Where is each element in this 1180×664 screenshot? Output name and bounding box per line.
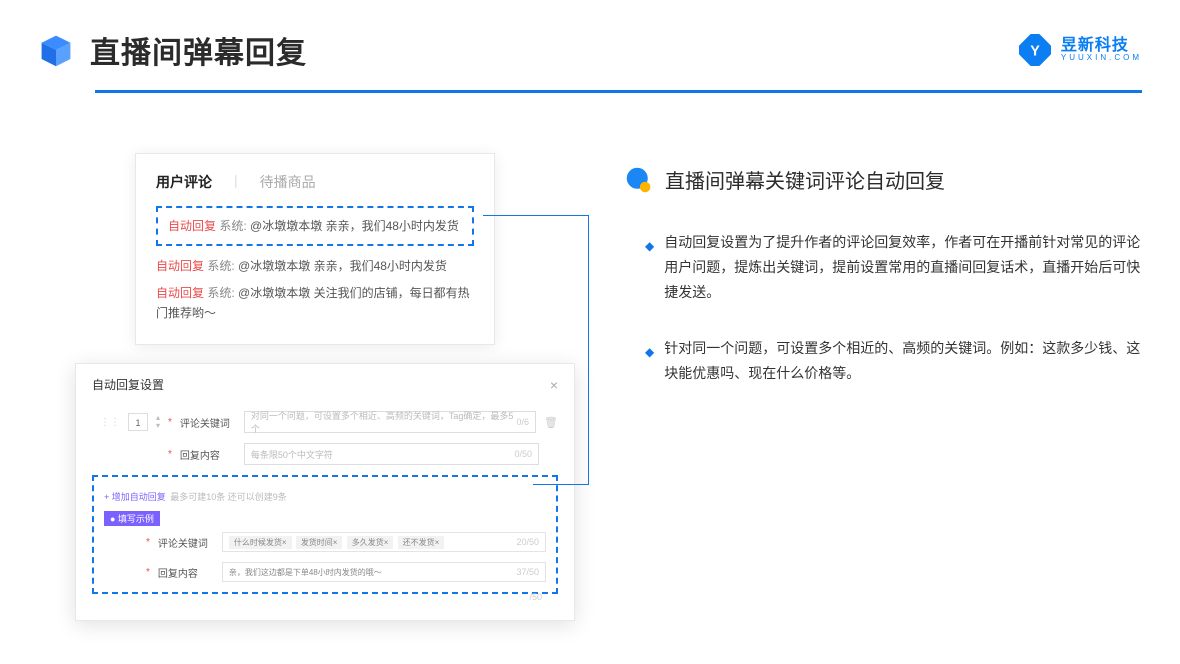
comments-card: 用户评论 | 待播商品 自动回复 系统: @冰墩墩本墩 亲亲，我们48小时内发货… bbox=[135, 153, 495, 345]
auto-reply-tag: 自动回复 bbox=[168, 219, 216, 233]
ex-reply-label: 回复内容 bbox=[158, 565, 214, 580]
brand-icon: Y bbox=[1019, 34, 1051, 66]
tag-chip[interactable]: 还不发货× bbox=[398, 536, 445, 549]
reply-placeholder: 每条限50个中文字符 bbox=[251, 448, 333, 461]
comment-text-2: @冰墩墩本墩 亲亲，我们48小时内发货 bbox=[238, 259, 447, 273]
comment-line-2: 自动回复 系统: @冰墩墩本墩 亲亲，我们48小时内发货 bbox=[156, 256, 474, 276]
comment-text-3: @冰墩墩本墩 关注我们的店铺，每日都有热门推荐哟～ bbox=[156, 286, 470, 320]
sys-label: 系统: bbox=[207, 259, 234, 273]
comment-line-3: 自动回复 系统: @冰墩墩本墩 关注我们的店铺，每日都有热门推荐哟～ bbox=[156, 283, 474, 324]
settings-title: 自动回复设置 bbox=[92, 376, 164, 393]
ex-kw-counter: 20/50 bbox=[516, 537, 539, 547]
bullet-text-2: 针对同一个问题，可设置多个相近的、高频的关键词。例如：这款多少钱、这块能优惠吗、… bbox=[664, 336, 1142, 386]
comment-text-1: @冰墩墩本墩 亲亲，我们48小时内发货 bbox=[250, 219, 459, 233]
drag-icon[interactable]: ⋮⋮ bbox=[100, 417, 120, 428]
page-header: 直播间弹幕回复 Y 昱新科技 YUUXIN.COM bbox=[0, 0, 1180, 72]
example-badge: ● 填写示例 bbox=[104, 511, 160, 526]
close-icon[interactable]: × bbox=[550, 377, 558, 393]
example-reply-row: * 回复内容 亲，我们这边都是下单48小时内发货的哦～ 37/50 bbox=[104, 562, 546, 582]
tab-pending-goods[interactable]: 待播商品 bbox=[260, 172, 316, 192]
reply-row: * 回复内容 每条限50个中文字符 0/50 bbox=[92, 443, 558, 465]
ex-keyword-input[interactable]: 什么时候发货× 发货时间× 多久发货× 还不发货× 20/50 bbox=[222, 532, 546, 552]
add-auto-reply-link[interactable]: + 增加自动回复 bbox=[104, 492, 166, 502]
tab-divider: | bbox=[234, 172, 238, 192]
required-star: * bbox=[168, 417, 172, 428]
keyword-row: ⋮⋮ 1 ▴▾ * 评论关键词 对同一个问题，可设置多个相近、高频的关键词，Ta… bbox=[92, 411, 558, 433]
highlighted-comment: 自动回复 系统: @冰墩墩本墩 亲亲，我们48小时内发货 bbox=[156, 206, 474, 246]
sort-arrows[interactable]: ▴▾ bbox=[156, 414, 160, 430]
cube-icon bbox=[38, 32, 74, 68]
tag-chip[interactable]: 发货时间× bbox=[296, 536, 343, 549]
diamond-icon: ◆ bbox=[645, 342, 654, 386]
page-title: 直播间弹幕回复 bbox=[90, 28, 307, 72]
reply-counter: 0/50 bbox=[514, 449, 532, 459]
required-star: * bbox=[168, 449, 172, 460]
auto-reply-tag: 自动回复 bbox=[156, 286, 204, 300]
keyword-input[interactable]: 对同一个问题，可设置多个相近、高频的关键词，Tag确定，最多5个 0/6 bbox=[244, 411, 536, 433]
tabs: 用户评论 | 待播商品 bbox=[156, 172, 474, 192]
keyword-label: 评论关键词 bbox=[180, 415, 236, 430]
settings-card: 自动回复设置 × ⋮⋮ 1 ▴▾ * 评论关键词 对同一个问题，可设置多个相近、… bbox=[75, 363, 575, 621]
content: 用户评论 | 待播商品 自动回复 系统: @冰墩墩本墩 亲亲，我们48小时内发货… bbox=[0, 93, 1180, 633]
brand-text: 昱新科技 YUUXIN.COM bbox=[1061, 37, 1142, 63]
brand-name: 昱新科技 bbox=[1061, 37, 1142, 55]
sub-title: 直播间弹幕关键词评论自动回复 bbox=[665, 165, 945, 194]
add-row: + 增加自动回复 最多可建10条 还可以创建9条 bbox=[104, 487, 546, 505]
chat-bubble-icon bbox=[625, 166, 653, 194]
sys-label: 系统: bbox=[219, 219, 246, 233]
bullet-1: ◆ 自动回复设置为了提升作者的评论回复效率，作者可在开播前针对常见的评论用户问题… bbox=[625, 230, 1142, 306]
example-keyword-row: * 评论关键词 什么时候发货× 发货时间× 多久发货× 还不发货× 20/50 bbox=[104, 532, 546, 552]
ex-reply-input[interactable]: 亲，我们这边都是下单48小时内发货的哦～ 37/50 bbox=[222, 562, 546, 582]
keyword-counter: 0/6 bbox=[517, 417, 530, 427]
trailing-counter: /50 bbox=[92, 592, 558, 602]
ex-reply-counter: 37/50 bbox=[516, 567, 539, 577]
tag-chip[interactable]: 什么时候发货× bbox=[229, 536, 292, 549]
delete-icon[interactable]: 🗑 bbox=[544, 416, 558, 429]
title-wrap: 直播间弹幕回复 bbox=[38, 28, 307, 72]
keyword-placeholder: 对同一个问题，可设置多个相近、高频的关键词，Tag确定，最多5个 bbox=[251, 409, 517, 435]
required-star: * bbox=[146, 537, 150, 548]
reply-input[interactable]: 每条限50个中文字符 0/50 bbox=[244, 443, 539, 465]
right-panel: 直播间弹幕关键词评论自动回复 ◆ 自动回复设置为了提升作者的评论回复效率，作者可… bbox=[575, 153, 1142, 633]
brand: Y 昱新科技 YUUXIN.COM bbox=[1019, 34, 1142, 66]
brand-url: YUUXIN.COM bbox=[1061, 54, 1142, 63]
tag-chip[interactable]: 多久发货× bbox=[347, 536, 394, 549]
ex-reply-text: 亲，我们这边都是下单48小时内发货的哦～ bbox=[229, 567, 382, 578]
ex-keyword-label: 评论关键词 bbox=[158, 535, 214, 550]
bullet-text-1: 自动回复设置为了提升作者的评论回复效率，作者可在开播前针对常见的评论用户问题，提… bbox=[664, 230, 1142, 306]
tab-user-comments[interactable]: 用户评论 bbox=[156, 172, 212, 192]
sub-header: 直播间弹幕关键词评论自动回复 bbox=[625, 165, 1142, 194]
diamond-icon: ◆ bbox=[645, 236, 654, 306]
rule-number: 1 bbox=[128, 413, 148, 431]
settings-header: 自动回复设置 × bbox=[92, 376, 558, 393]
example-box: + 增加自动回复 最多可建10条 还可以创建9条 ● 填写示例 * 评论关键词 … bbox=[92, 475, 558, 594]
left-panel: 用户评论 | 待播商品 自动回复 系统: @冰墩墩本墩 亲亲，我们48小时内发货… bbox=[75, 153, 575, 633]
sys-label: 系统: bbox=[207, 286, 234, 300]
auto-reply-tag: 自动回复 bbox=[156, 259, 204, 273]
comment-line-1: 自动回复 系统: @冰墩墩本墩 亲亲，我们48小时内发货 bbox=[168, 216, 462, 236]
bullet-2: ◆ 针对同一个问题，可设置多个相近的、高频的关键词。例如：这款多少钱、这块能优惠… bbox=[625, 336, 1142, 386]
reply-label: 回复内容 bbox=[180, 447, 236, 462]
required-star: * bbox=[146, 567, 150, 578]
add-hint: 最多可建10条 还可以创建9条 bbox=[170, 492, 287, 502]
ex-tags: 什么时候发货× 发货时间× 多久发货× 还不发货× bbox=[229, 536, 446, 549]
svg-text:Y: Y bbox=[1030, 44, 1040, 60]
